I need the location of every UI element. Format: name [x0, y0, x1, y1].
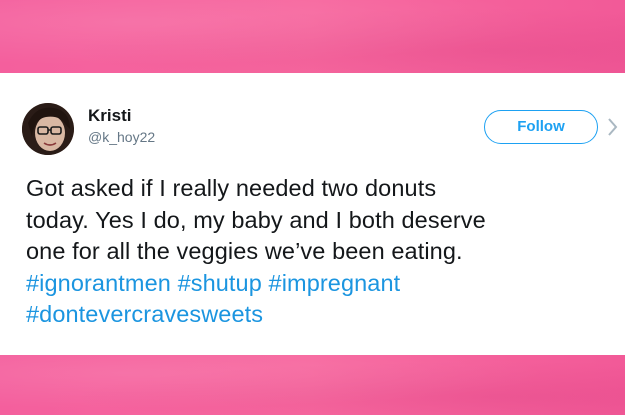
hashtag-link[interactable]: #dontevercravesweets [26, 301, 263, 327]
avatar[interactable] [22, 103, 74, 155]
hashtag-link[interactable]: #impregnant [269, 270, 401, 296]
hashtag-link[interactable]: #shutup [178, 270, 262, 296]
tweet-text-line: one for all the veggies we’ve been eatin… [26, 238, 463, 264]
tweet-text-line: Got asked if I really needed two donuts [26, 175, 437, 201]
follow-button[interactable]: Follow [484, 110, 598, 144]
hashtag-line: #ignorantmen #shutup #impregnant [26, 268, 616, 300]
tweet-card: Kristi @k_hoy22 Follow Got asked if I re… [0, 73, 625, 355]
hashtag-line: #dontevercravesweets [26, 299, 616, 331]
tweet-text-line: today. Yes I do, my baby and I both dese… [26, 206, 486, 233]
more-icon[interactable] [606, 115, 620, 139]
tweet-text: Got asked if I really needed two donuts … [26, 173, 616, 331]
hashtag-link[interactable]: #ignorantmen [26, 270, 171, 296]
avatar-photo-icon [22, 103, 74, 155]
pink-background-top [0, 0, 625, 73]
user-handle[interactable]: @k_hoy22 [88, 129, 155, 145]
pink-background-bottom [0, 355, 625, 415]
user-name[interactable]: Kristi [88, 106, 131, 126]
